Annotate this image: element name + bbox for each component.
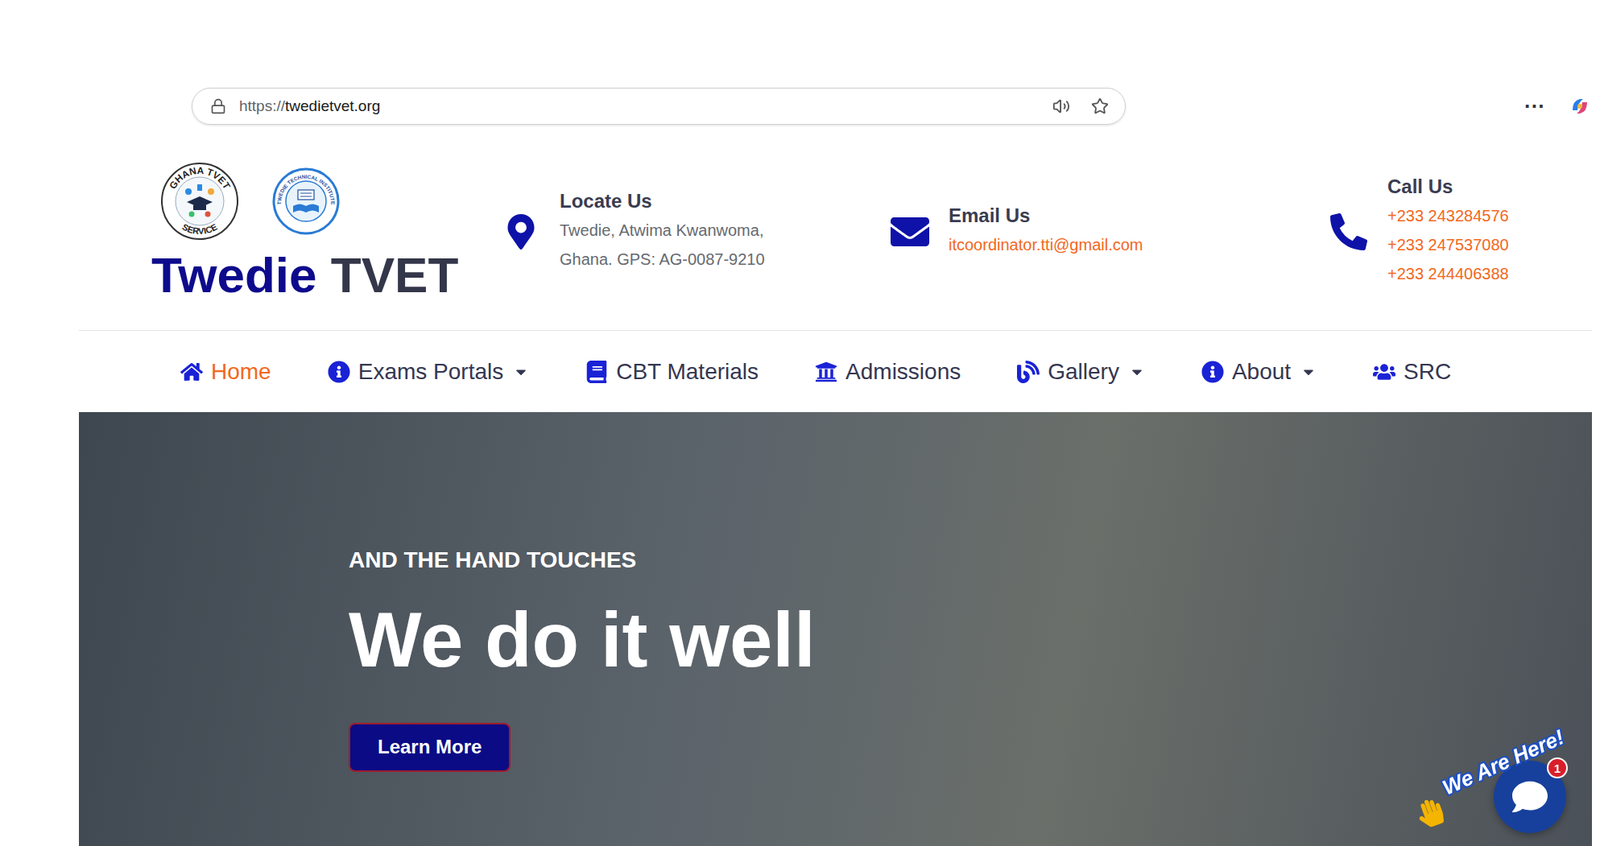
chat-badge: 1 <box>1546 757 1568 779</box>
contact-title: Email Us <box>948 204 1144 228</box>
contact-title: Call Us <box>1387 175 1510 199</box>
nav-label: Gallery <box>1047 359 1120 385</box>
nav-item[interactable]: Gallery <box>1017 359 1146 385</box>
nav-item[interactable]: Home <box>180 359 272 385</box>
nav-icon-box <box>814 360 838 384</box>
learn-more-button[interactable]: Learn More <box>348 723 511 773</box>
contact-block: Locate UsTwedie, Atwima Kwanwoma,Ghana. … <box>501 190 891 274</box>
nav-label: Home <box>210 359 272 385</box>
home-icon <box>180 360 203 384</box>
bank-icon <box>814 360 838 384</box>
phone-icon <box>1330 213 1368 251</box>
contact-line: Twedie, Atwima Kwanwoma, <box>559 215 765 245</box>
url-text[interactable]: https://twedietvet.org <box>239 97 381 116</box>
window-top <box>0 0 1600 87</box>
contact-link[interactable]: +233 243284576 <box>1387 201 1510 231</box>
contact-line: Ghana. GPS: AG-0087-9210 <box>559 244 765 274</box>
nav-icon-box <box>1017 360 1040 384</box>
nav-item[interactable]: About <box>1201 359 1317 385</box>
main-nav: Home Exams Portals CBT Materials Admissions… <box>78 330 1592 413</box>
copilot-icon[interactable] <box>1569 95 1591 117</box>
contact-text: Email Usitcoordinator.tti@gmail.com <box>948 204 1144 260</box>
nav-item[interactable]: Admissions <box>814 359 961 385</box>
contact-block: Email Usitcoordinator.tti@gmail.com <box>890 204 1330 260</box>
nav-label: Admissions <box>845 359 961 385</box>
svg-text:TWEDIE TECHNICAL INSTITUTE: TWEDIE TECHNICAL INSTITUTE <box>276 173 336 206</box>
book-icon <box>585 360 608 384</box>
blog-icon <box>1017 360 1040 384</box>
url-host: twedietvet.org <box>285 97 381 115</box>
contact-title: Locate Us <box>559 190 765 213</box>
contact-icon-box <box>501 214 541 250</box>
brand-name[interactable]: Twedie TVET <box>151 248 502 303</box>
tvet-service-logo: GHANA TVET SERVICE <box>159 161 240 242</box>
waving-hand-icon <box>1412 795 1448 832</box>
contact-link[interactable]: itcoordinator.tti@gmail.com <box>948 230 1144 260</box>
caret-down-icon <box>1128 363 1146 381</box>
brand-second: TVET <box>330 247 459 303</box>
map-pin-icon <box>503 214 539 250</box>
chat-widget: 1We Are Here! <box>1397 712 1567 834</box>
brand-first: Twedie <box>151 247 318 303</box>
contact-link[interactable]: +233 247537080 <box>1387 230 1510 260</box>
nav-icon-box <box>180 360 203 384</box>
url-scheme: https:// <box>239 97 286 115</box>
contact-icon-box <box>1329 213 1369 251</box>
nav-label: SRC <box>1403 359 1452 385</box>
svg-text:GHANA TVET: GHANA TVET <box>166 165 232 192</box>
hero-banner: AND THE HAND TOUCHES We do it well Learn M… <box>78 412 1592 846</box>
svg-text:SERVICE: SERVICE <box>180 221 219 236</box>
site-content: GHANA TVET SERVICE TWEDIE TECHNICAL INSTIT… <box>78 125 1592 846</box>
hero-title: We do it well <box>348 597 816 683</box>
hero-kicker: AND THE HAND TOUCHES <box>348 547 637 574</box>
site-info-icon[interactable] <box>210 98 227 115</box>
nav-icon-box <box>585 360 608 384</box>
wave-hand-box <box>1412 795 1448 832</box>
address-bar[interactable]: https://twedietvet.org <box>191 87 1126 125</box>
browser-page: https://twedietvet.org ··· GHANA TVET SERVI… <box>0 0 1600 846</box>
info-icon <box>1201 360 1224 384</box>
caret-down-icon <box>1300 363 1317 381</box>
site-header: GHANA TVET SERVICE TWEDIE TECHNICAL INSTIT… <box>78 125 1592 331</box>
dropdown-caret <box>512 363 530 381</box>
envelope-icon <box>890 212 930 252</box>
nav-label: CBT Materials <box>616 359 759 385</box>
nav-item[interactable]: Exams Portals <box>327 359 530 385</box>
users-icon <box>1372 360 1396 384</box>
nav-label: About <box>1232 359 1291 385</box>
favorite-star-icon[interactable] <box>1091 97 1109 116</box>
contact-icon-box <box>890 212 930 252</box>
chat-bubble-icon <box>1512 779 1548 815</box>
twedie-institute-logo: TWEDIE TECHNICAL INSTITUTE <box>272 167 340 236</box>
contact-text: Locate UsTwedie, Atwima Kwanwoma,Ghana. … <box>559 190 765 274</box>
nav-icon-box <box>327 360 351 384</box>
nav-item[interactable]: CBT Materials <box>585 359 759 385</box>
address-tools <box>1052 97 1109 116</box>
nav-icon-box <box>1201 360 1224 384</box>
nav-label: Exams Portals <box>358 359 505 385</box>
caret-down-icon <box>512 363 530 381</box>
dropdown-caret <box>1128 363 1146 381</box>
read-aloud-icon[interactable] <box>1052 97 1071 116</box>
dropdown-caret <box>1300 363 1317 381</box>
logo-row: GHANA TVET SERVICE TWEDIE TECHNICAL INSTIT… <box>151 161 502 242</box>
contact-block: Call Us+233 243284576+233 247537080+233 … <box>1329 175 1510 289</box>
browser-toolbar: https://twedietvet.org ··· <box>0 86 1600 126</box>
brand-block: GHANA TVET SERVICE TWEDIE TECHNICAL INSTIT… <box>151 161 502 303</box>
contact-link[interactable]: +233 244406388 <box>1387 259 1510 289</box>
contact-text: Call Us+233 243284576+233 247537080+233 … <box>1387 175 1510 289</box>
info-icon <box>327 360 351 384</box>
nav-item[interactable]: SRC <box>1372 359 1452 385</box>
nav-icon-box <box>1372 360 1396 384</box>
browser-menu-button[interactable]: ··· <box>1517 94 1552 120</box>
